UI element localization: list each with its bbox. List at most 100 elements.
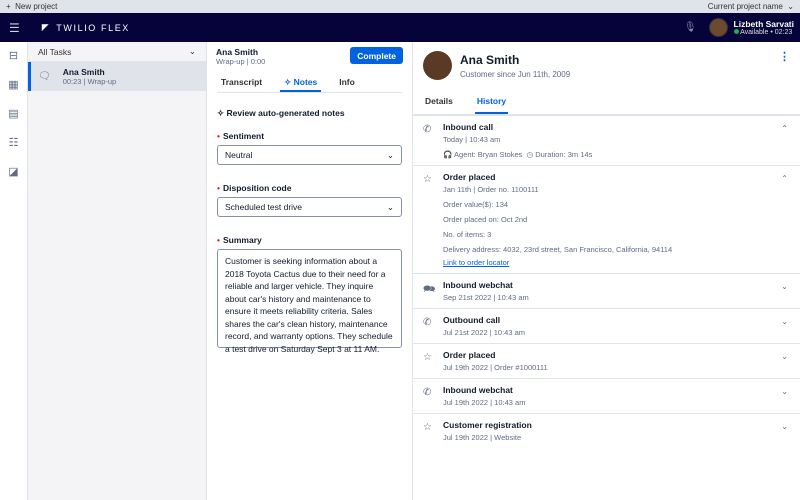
task-time: 00:23 <box>62 77 82 86</box>
sparkle-icon: ✧ <box>284 77 292 87</box>
disposition-select[interactable]: Scheduled test drive ⌄ <box>217 197 402 217</box>
chevron-down-icon: ⌄ <box>386 149 394 160</box>
review-label: Review auto-generated notes <box>226 108 345 118</box>
delivery-address: Delivery address: 4032, 23rd street, San… <box>443 245 673 254</box>
history-title: Inbound call <box>443 122 494 132</box>
tab-info[interactable]: Info <box>335 71 359 92</box>
disposition-label: Disposition code <box>222 183 292 193</box>
history-item[interactable]: ☆ ⌃ Order placed Jan 11th | Order no. 110… <box>413 166 800 274</box>
phone-icon: ✆ <box>423 387 432 398</box>
task-timer: 0:00 <box>250 57 266 66</box>
order-date: Order placed on: Oct 2nd <box>443 215 528 224</box>
chevron-down-icon[interactable]: ⌄ <box>781 387 788 396</box>
sentiment-label: Sentiment <box>222 131 265 141</box>
sentiment-value: Neutral <box>225 150 253 160</box>
history-item[interactable]: 🗪 ⌄ Inbound webchat Sep 21st 2022 | 10:43 a… <box>413 274 800 309</box>
history-item[interactable]: ✆ ⌃ Inbound call Today | 10:43 am 🎧 Agent… <box>413 116 800 166</box>
new-project-button[interactable]: + New project <box>6 2 57 11</box>
directory-nav-icon[interactable]: ☷ <box>0 129 27 158</box>
tab-notes[interactable]: ✧ Notes <box>280 71 322 92</box>
more-options-icon[interactable]: ⋮ <box>779 50 790 63</box>
flex-logo-icon: ◤ <box>41 22 51 32</box>
customer-name: Ana Smith <box>460 52 520 67</box>
history-title: Order placed <box>443 172 496 182</box>
history-date: Sep 21st 2022 <box>443 293 492 302</box>
customer-tabs: Details History <box>423 90 790 114</box>
task-state: Wrap-up <box>87 77 117 86</box>
microphone-icon[interactable]: 🎙 <box>684 22 697 33</box>
history-title: Customer registration <box>443 420 532 430</box>
tab-details[interactable]: Details <box>423 90 455 114</box>
chevron-up-icon[interactable]: ⌃ <box>781 174 788 183</box>
history-date: Jul 19th 2022 <box>443 433 489 442</box>
order-items: No. of items: 3 <box>443 230 492 239</box>
history-item[interactable]: ☆ ⌄ Customer registration Jul 19th 2022 | W… <box>413 414 800 448</box>
task-tabs: Transcript ✧ Notes Info <box>217 71 402 93</box>
project-selector[interactable]: Current project name ⌄ <box>708 2 794 11</box>
review-notes: ✧ Review auto-generated notes <box>217 108 402 119</box>
chat-icon: 🗨 <box>38 71 51 82</box>
app-header: ☰ ◤ TWILIO FLEX 🎙 Lizbeth Sarvati Availab… <box>0 13 800 42</box>
user-name: Lizbeth Sarvati <box>733 19 794 29</box>
task-panel: Ana Smith Wrap-up | 0:00 Complete Transc… <box>207 42 413 500</box>
order-locator-link[interactable]: Link to order locator <box>443 258 788 267</box>
history-title: Inbound webchat <box>443 280 513 290</box>
insights-nav-icon[interactable]: ◪ <box>0 158 27 187</box>
chevron-down-icon[interactable]: ⌄ <box>781 317 788 326</box>
star-icon: ☆ <box>423 352 432 363</box>
history-item[interactable]: ✆ ⌄ Inbound webchat Jul 19th 2022 | 10:43 a… <box>413 379 800 414</box>
summary-textarea[interactable]: Customer is seeking information about a … <box>217 249 402 354</box>
chevron-down-icon: ⌄ <box>188 46 196 56</box>
chat-icon: 🗪 <box>423 284 436 295</box>
star-icon: ☆ <box>423 422 432 433</box>
history-title: Order placed <box>443 350 496 360</box>
tab-transcript[interactable]: Transcript <box>217 71 266 92</box>
history-item[interactable]: ✆ ⌄ Outbound call Jul 21st 2022 | 10:43 am <box>413 309 800 344</box>
tasks-nav-icon[interactable]: ⊟ <box>0 42 27 71</box>
chevron-down-icon[interactable]: ⌄ <box>781 352 788 361</box>
clock-icon: ◷ <box>526 150 534 159</box>
history-date: Jan 11th <box>443 185 472 194</box>
order-value: Order value($): 134 <box>443 200 509 209</box>
history-meta: 10:43 am <box>497 293 529 302</box>
disposition-value: Scheduled test drive <box>225 202 303 212</box>
teams-nav-icon[interactable]: ▤ <box>0 100 27 129</box>
chevron-down-icon: ⌄ <box>386 201 394 212</box>
headset-icon: 🎧 <box>443 150 453 159</box>
phone-icon: ✆ <box>423 317 432 328</box>
complete-button[interactable]: Complete <box>350 47 403 64</box>
task-item[interactable]: 🗨 Ana Smith 00:23 | Wrap-up <box>28 62 206 91</box>
project-bar: + New project Current project name ⌄ <box>0 0 800 13</box>
history-date: Jul 21st 2022 <box>443 328 488 337</box>
task-state: Wrap-up <box>216 57 245 66</box>
customer-since: Customer since Jun 11th, 2009 <box>460 69 571 79</box>
history-date: Jul 19th 2022 <box>443 363 489 372</box>
chevron-down-icon[interactable]: ⌄ <box>781 282 788 291</box>
history-title: Inbound webchat <box>443 385 513 395</box>
chevron-down-icon[interactable]: ⌄ <box>781 422 788 431</box>
agent-name: Agent: Bryan Stokes <box>454 150 523 159</box>
menu-icon[interactable]: ☰ <box>9 21 20 35</box>
tab-history[interactable]: History <box>474 90 509 114</box>
sparkle-icon: ✧ <box>217 108 225 118</box>
history-date: Today <box>443 135 464 144</box>
history-meta: 10:43 am <box>469 135 501 144</box>
history-date: Jul 19th 2022 <box>443 398 489 407</box>
sentiment-select[interactable]: Neutral ⌄ <box>217 145 402 165</box>
history-meta: 10:43 am <box>493 328 526 337</box>
history-list: ✆ ⌃ Inbound call Today | 10:43 am 🎧 Agent… <box>413 114 800 448</box>
chevron-up-icon[interactable]: ⌃ <box>781 124 788 133</box>
summary-label: Summary <box>222 235 262 245</box>
queues-nav-icon[interactable]: ▦ <box>0 71 27 100</box>
call-duration: Duration: 3m 14s <box>535 150 593 159</box>
history-meta: Order #1000111 <box>494 363 548 372</box>
task-filter[interactable]: All Tasks ⌄ <box>28 42 206 62</box>
user-avatar[interactable] <box>708 18 728 37</box>
task-name: Ana Smith <box>62 67 105 77</box>
customer-avatar <box>423 51 452 80</box>
side-nav: ⊟ ▦ ▤ ☷ ◪ <box>0 42 28 500</box>
status-dot <box>733 29 739 34</box>
history-item[interactable]: ☆ ⌄ Order placed Jul 19th 2022 | Order #100… <box>413 344 800 379</box>
tab-notes-label: Notes <box>293 77 318 87</box>
task-filter-label: All Tasks <box>38 46 72 57</box>
